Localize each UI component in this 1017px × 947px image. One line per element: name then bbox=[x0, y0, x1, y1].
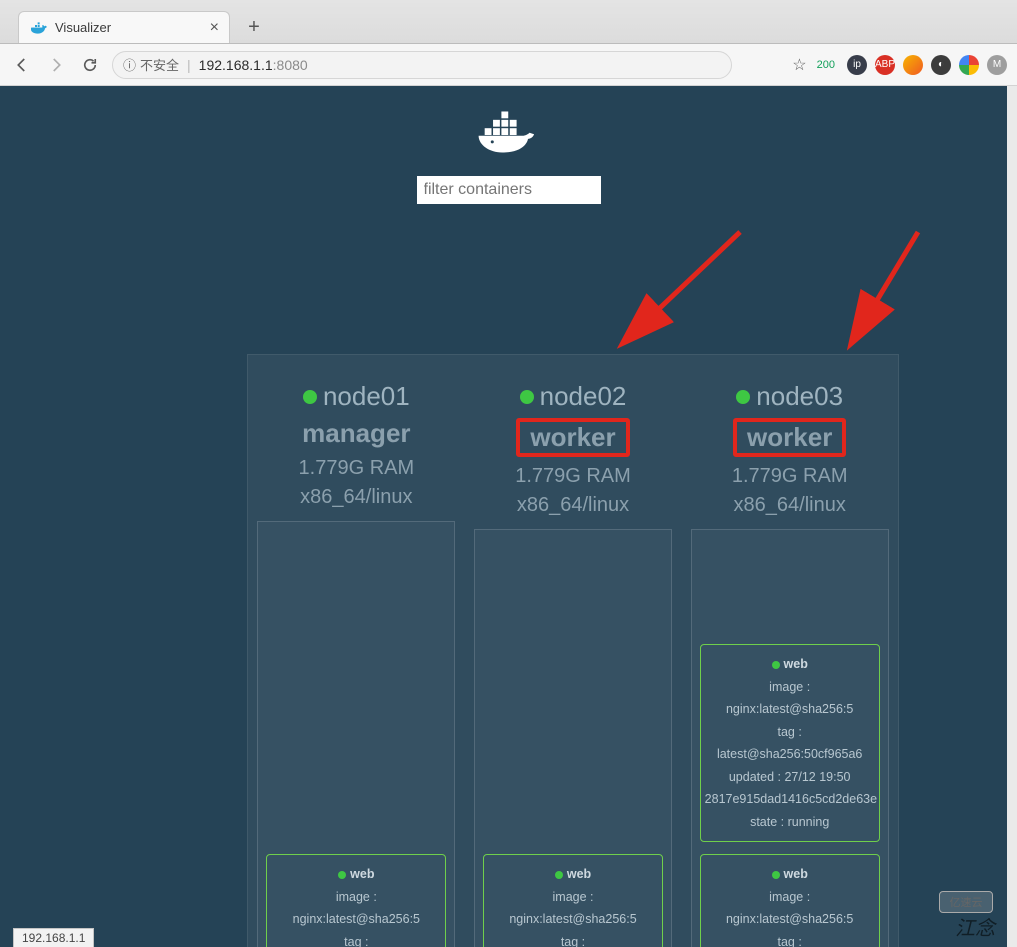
container-image: image : nginx:latest@sha256:5 bbox=[488, 886, 658, 931]
filter-containers-input[interactable] bbox=[417, 176, 601, 204]
node-role: worker bbox=[733, 418, 846, 457]
security-badge[interactable]: ⓘ 不安全 bbox=[123, 55, 179, 74]
ext-orange-icon[interactable] bbox=[903, 55, 923, 75]
node-ram: 1.779G RAM bbox=[515, 465, 631, 488]
bookmark-star-icon[interactable]: ☆ bbox=[792, 55, 806, 75]
browser-toolbar: ⓘ 不安全 | 192.168.1.1:8080 ☆ 200 ip ABP ◐ … bbox=[0, 44, 1017, 86]
container-image: image : nginx:latest@sha256:5 bbox=[271, 886, 441, 931]
containers-box: webimage : nginx:latest@sha256:5tag : la… bbox=[691, 529, 889, 947]
container-state: state : running bbox=[705, 811, 875, 834]
node-column: node01 manager 1.779G RAM x86_64/linuxwebim… bbox=[248, 355, 465, 947]
ext-chrome-icon[interactable] bbox=[959, 55, 979, 75]
container-title: web bbox=[705, 653, 875, 676]
container-tag: tag : latest@sha256:50cf965a6 bbox=[705, 721, 875, 766]
node-arch: x86_64/linux bbox=[734, 494, 846, 517]
whale-icon bbox=[31, 20, 47, 36]
status-bar-hover: 192.168.1.1 bbox=[13, 928, 94, 947]
forward-button[interactable] bbox=[44, 53, 68, 77]
status-dot-icon bbox=[772, 871, 780, 879]
containers-box: webimage : nginx:latest@sha256:5tag : la… bbox=[257, 521, 455, 947]
browser-tab-strip: Visualizer × + bbox=[0, 0, 1017, 44]
container-card[interactable]: webimage : nginx:latest@sha256:5tag : la… bbox=[700, 854, 880, 947]
status-dot-icon bbox=[736, 390, 750, 404]
node-arch: x86_64/linux bbox=[517, 494, 629, 517]
node-ram: 1.779G RAM bbox=[299, 457, 415, 480]
annotation-arrow-2 bbox=[840, 224, 930, 354]
watermark-text: 江念 bbox=[955, 912, 995, 941]
status-dot-icon bbox=[303, 390, 317, 404]
ext-abp-icon[interactable]: ABP bbox=[875, 55, 895, 75]
container-image: image : nginx:latest@sha256:5 bbox=[705, 886, 875, 931]
annotation-arrow-1 bbox=[610, 224, 750, 354]
ext-ip-icon[interactable]: ip bbox=[847, 55, 867, 75]
container-tag: tag : latest@sha256:50cf965a6 bbox=[488, 931, 658, 947]
container-tag: tag : latest@sha256:50cf965a6 bbox=[271, 931, 441, 947]
container-card[interactable]: webimage : nginx:latest@sha256:5tag : la… bbox=[483, 854, 663, 947]
status-dot-icon bbox=[520, 390, 534, 404]
container-id: 2817e915dad1416c5cd2de63e bbox=[705, 788, 875, 811]
node-name: node03 bbox=[736, 381, 843, 412]
container-card[interactable]: webimage : nginx:latest@sha256:5tag : la… bbox=[700, 644, 880, 842]
node-column: node02 worker 1.779G RAM x86_64/linuxwebima… bbox=[465, 355, 682, 947]
node-name: node02 bbox=[520, 381, 627, 412]
ext-dark-icon[interactable]: ◐ bbox=[931, 55, 951, 75]
container-title: web bbox=[488, 863, 658, 886]
url-port: :8080 bbox=[273, 57, 308, 73]
container-image: image : nginx:latest@sha256:5 bbox=[705, 676, 875, 721]
reload-button[interactable] bbox=[78, 53, 102, 77]
browser-tab[interactable]: Visualizer × bbox=[18, 11, 230, 43]
containers-box: webimage : nginx:latest@sha256:5tag : la… bbox=[474, 529, 672, 947]
status-dot-icon bbox=[772, 661, 780, 669]
node-column: node03worker1.779G RAMx86_64/linuxwebima… bbox=[681, 355, 898, 947]
back-button[interactable] bbox=[10, 53, 34, 77]
zoom-level[interactable]: 200 bbox=[817, 59, 835, 71]
new-tab-button[interactable]: + bbox=[240, 13, 268, 41]
node-arch: x86_64/linux bbox=[300, 486, 412, 509]
node-name: node01 bbox=[303, 381, 410, 412]
url-host: 192.168.1.1 bbox=[199, 57, 273, 73]
scroll-gutter bbox=[1007, 86, 1017, 947]
container-card[interactable]: webimage : nginx:latest@sha256:5tag : la… bbox=[266, 854, 446, 947]
ext-grey-icon[interactable]: M bbox=[987, 55, 1007, 75]
tab-title: Visualizer bbox=[55, 20, 111, 35]
node-ram: 1.779G RAM bbox=[732, 465, 848, 488]
node-role: manager bbox=[302, 418, 410, 449]
swarm-panel: node01manager1.779G RAMx86_64/linuxwebim… bbox=[247, 354, 899, 947]
watermark-logo: 亿速云 bbox=[939, 891, 993, 913]
divider: | bbox=[187, 57, 191, 73]
container-title: web bbox=[705, 863, 875, 886]
status-dot-icon bbox=[555, 871, 563, 879]
node-role: worker bbox=[516, 418, 629, 457]
close-icon[interactable]: × bbox=[210, 19, 219, 37]
address-bar[interactable]: ⓘ 不安全 | 192.168.1.1:8080 bbox=[112, 51, 732, 79]
status-dot-icon bbox=[338, 871, 346, 879]
container-title: web bbox=[271, 863, 441, 886]
security-label: 不安全 bbox=[140, 55, 179, 74]
page-viewport: node01manager1.779G RAMx86_64/linuxwebim… bbox=[0, 86, 1017, 947]
container-updated: updated : 27/12 19:50 bbox=[705, 766, 875, 789]
docker-logo bbox=[0, 86, 1017, 160]
extensions-row: ip ABP ◐ M bbox=[847, 55, 1007, 75]
container-tag: tag : latest@sha256:50cf965a6 bbox=[705, 931, 875, 947]
info-icon: ⓘ bbox=[123, 55, 136, 74]
